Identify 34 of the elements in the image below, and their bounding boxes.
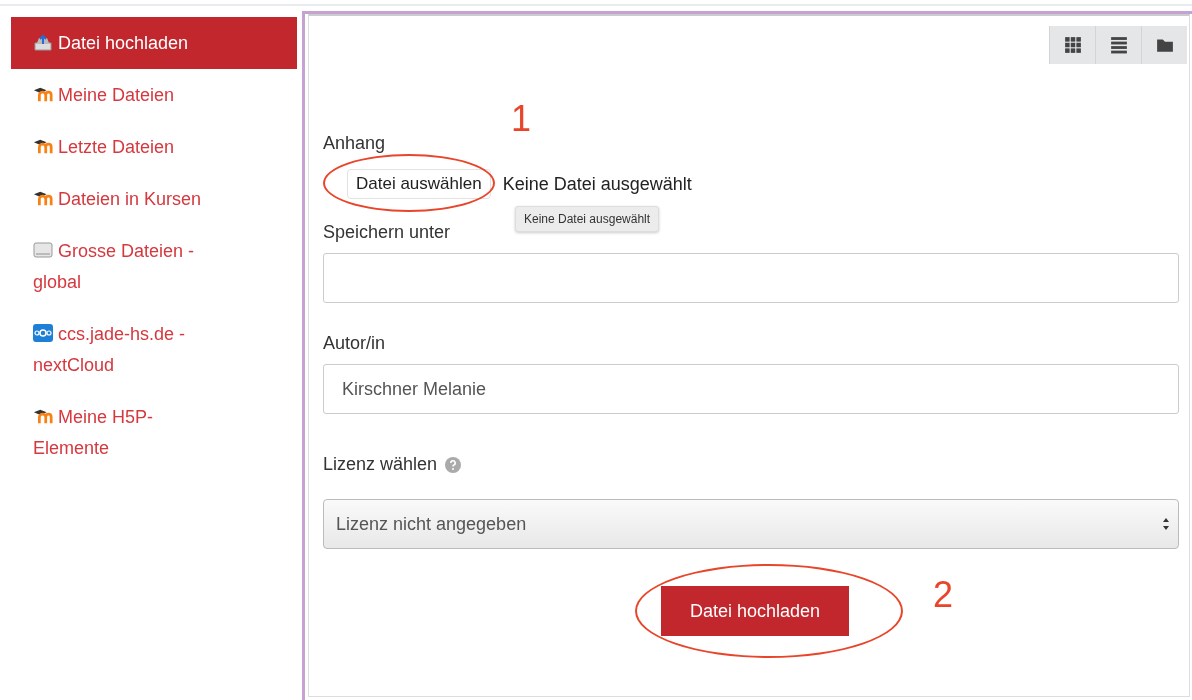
list-icon [1109,36,1128,54]
input-field[interactable] [323,253,1179,303]
cloud-icon [33,324,53,342]
sidebar-item[interactable]: Meine Dateien [11,69,297,121]
annotation-number: 1 [511,98,532,140]
license-select[interactable]: Lizenz nicht angegeben [323,499,1179,549]
sidebar-item[interactable]: ccs.jade-hs.de - nextCloud [11,308,297,391]
grid-icon [1063,36,1082,54]
tooltip: Keine Datei ausgewählt [515,206,660,232]
field-label: Speichern unter [323,222,452,243]
sidebar-item[interactable]: Letzte Dateien [11,121,297,173]
folder-icon [1155,36,1174,54]
drive-icon [33,241,53,259]
field-label: Lizenz wählen [323,454,438,475]
choose-file-button[interactable]: Datei auswählen [347,169,491,199]
field-label: Autor/in [323,333,387,354]
sidebar-item[interactable]: Dateien in Kursen [11,173,297,225]
graduation-cap-icon [33,407,53,425]
upload-button[interactable]: Datei hochladen [661,586,849,636]
annotation-number: 2 [933,574,954,616]
graduation-cap-icon [33,189,53,207]
graduation-cap-icon [33,85,53,103]
sidebar-item[interactable]: Meine H5P-Elemente [11,391,297,474]
sidebar-item[interactable]: Grosse Dateien - global [11,225,297,308]
list-view-button[interactable] [1095,26,1141,64]
input-field[interactable]: Kirschner Melanie [323,364,1179,414]
sidebar-item[interactable]: Datei hochladen [11,17,297,69]
field-label: Anhang [323,133,387,154]
file-status: Keine Datei ausgewählt [502,173,692,195]
updown-icon [1162,517,1170,531]
graduation-cap-icon [33,137,53,155]
grid-view-button[interactable] [1049,26,1095,64]
upload-icon [33,33,53,51]
folder-view-button[interactable] [1141,26,1187,64]
